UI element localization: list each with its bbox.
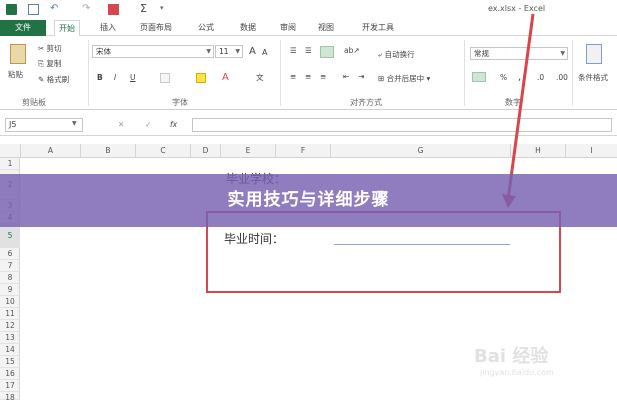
baidu-watermark: Bai 经验 jingyan.baidu.com <box>474 342 554 377</box>
banner-title: 实用技巧与详细步骤 <box>227 190 390 210</box>
watermark-logo: Bai 经验 <box>474 346 549 367</box>
title-banner: 实用技巧与详细步骤 <box>0 174 617 227</box>
watermark-url: jingyan.baidu.com <box>480 368 554 377</box>
